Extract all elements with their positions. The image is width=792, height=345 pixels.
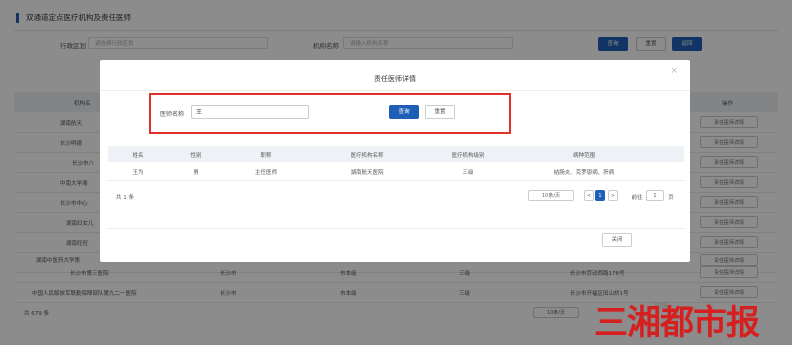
- doctor-title: 主任医师: [254, 170, 278, 176]
- goto-page-input[interactable]: 1: [646, 190, 664, 201]
- doctor-org-grade: 三级: [462, 170, 474, 176]
- doctor-org: 湖南航天医院: [350, 170, 384, 176]
- doctor-name: 王为: [132, 170, 144, 176]
- page-1-button[interactable]: 1: [595, 190, 605, 201]
- close-button[interactable]: 关闭: [602, 233, 632, 247]
- header-org: 医疗机构名称: [350, 153, 384, 159]
- page-size-select[interactable]: 10条/页: [528, 190, 574, 201]
- modal-total-count: 共 1 条: [116, 195, 134, 201]
- modal-table-header: 姓名 性别 职称 医疗机构名称 医疗机构级别 病种范围: [108, 146, 684, 162]
- doctor-name-input[interactable]: 王: [191, 105, 309, 119]
- goto-label: 前往: [631, 195, 643, 201]
- modal-footer-divider: [108, 228, 684, 229]
- header-scope: 病种范围: [572, 153, 596, 159]
- header-grade: 医疗机构级别: [451, 153, 485, 159]
- header-title: 职称: [260, 153, 272, 159]
- close-icon[interactable]: ×: [670, 66, 678, 76]
- modal-reset-button[interactable]: 重置: [425, 105, 455, 119]
- modal-title-divider: [100, 90, 690, 91]
- watermark-logo: 三湘都市报: [594, 303, 760, 343]
- prev-page-button[interactable]: <: [584, 190, 594, 201]
- watermark: 微博 三湘都市报: [594, 293, 784, 343]
- doctor-detail-modal: 责任医师详情 × 医师名称 王 查询 重置 姓名 性别 职称 医疗机构名称 医疗…: [100, 60, 690, 262]
- header-gender: 性别: [190, 153, 202, 159]
- doctor-name-label: 医师名称: [160, 111, 185, 118]
- doctor-gender: 男: [193, 170, 199, 176]
- next-page-button[interactable]: >: [608, 190, 618, 201]
- modal-query-button[interactable]: 查询: [389, 105, 419, 119]
- doctor-scope: 结肠炎、克罗恩病、肝病: [553, 170, 615, 176]
- page-unit-label: 页: [668, 195, 674, 201]
- table-row: 王为 男 主任医师 湖南航天医院 三级 结肠炎、克罗恩病、肝病: [108, 162, 684, 181]
- modal-title: 责任医师详情: [374, 75, 416, 83]
- header-name: 姓名: [132, 153, 144, 159]
